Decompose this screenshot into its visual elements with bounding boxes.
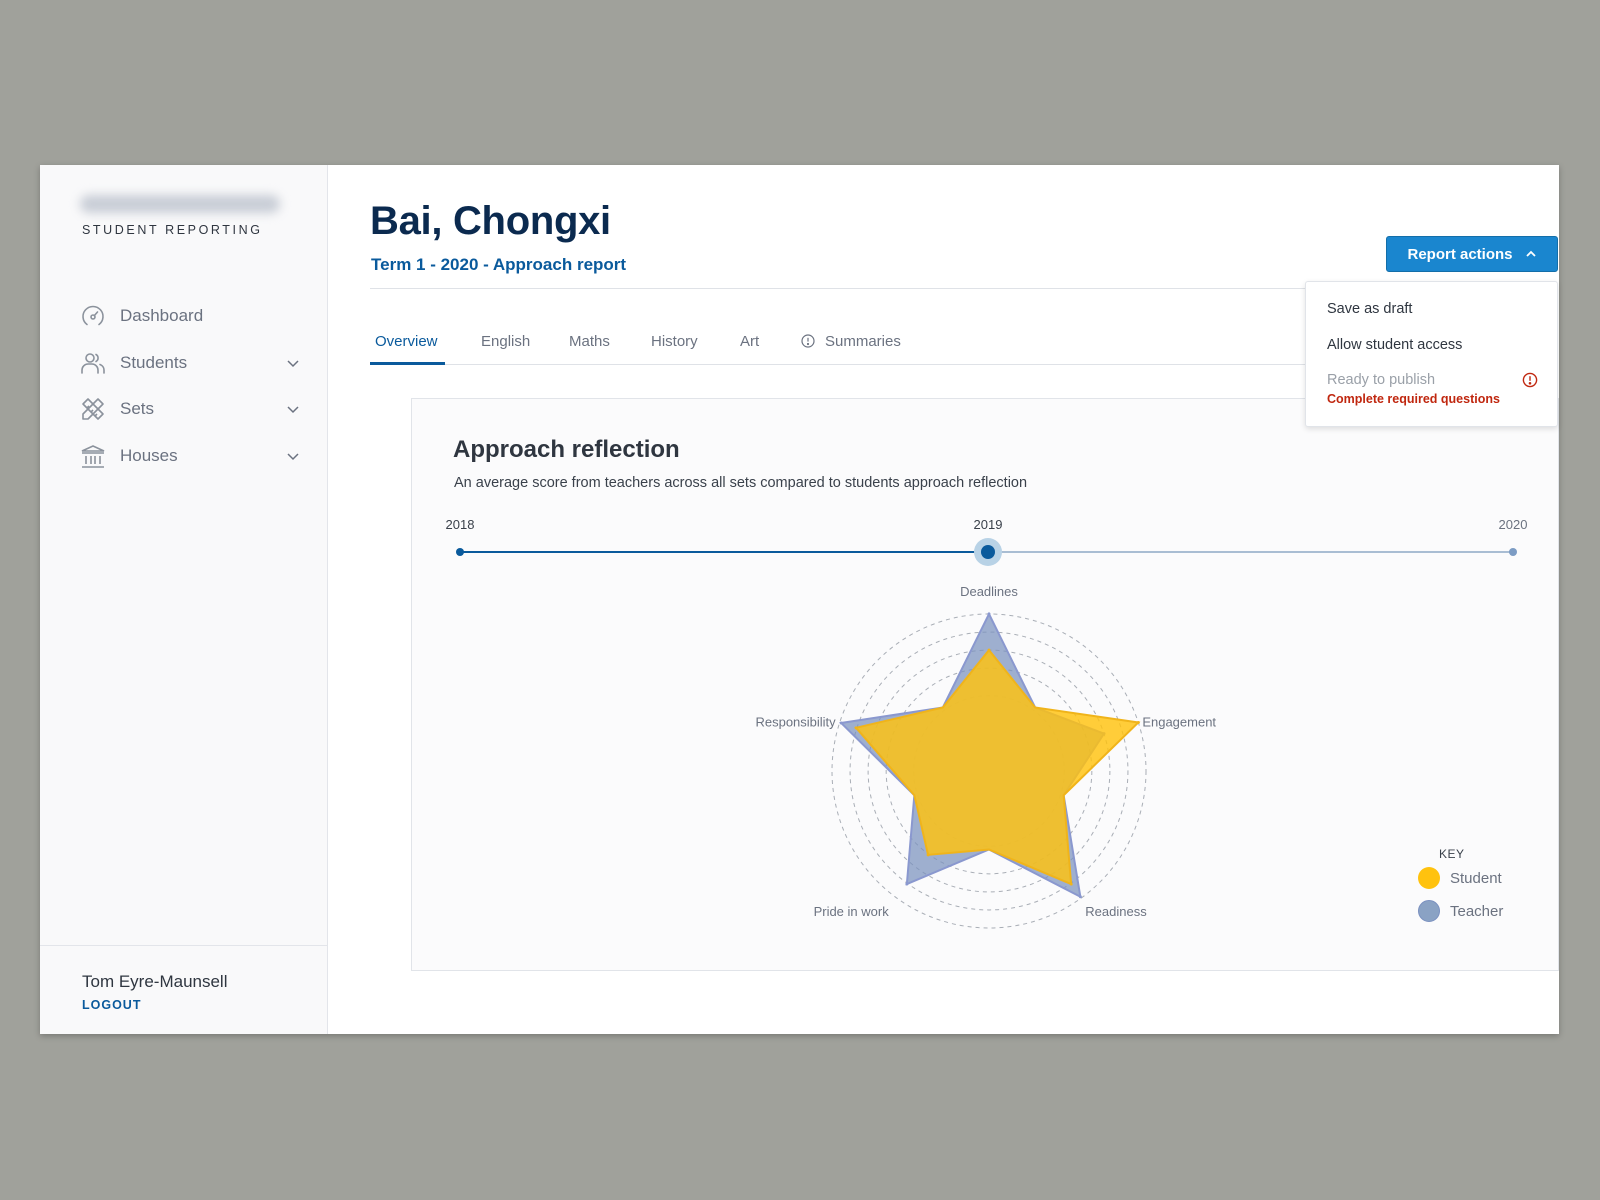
- radar-point-teacher-deadlines: [987, 612, 991, 616]
- timeline-label-2018: 2018: [445, 517, 475, 532]
- approach-reflection-panel: Deadlines Engagement Readiness Pride in wor…: [411, 398, 1559, 971]
- warning-icon: [1522, 372, 1538, 388]
- legend-title: KEY: [1439, 847, 1465, 861]
- tab-maths[interactable]: Maths: [569, 325, 610, 364]
- tab-history[interactable]: History: [651, 325, 698, 364]
- radar-point-teacher-readiness: [1078, 895, 1082, 899]
- report-actions-menu: Save as draft Allow student access Ready…: [1305, 281, 1558, 427]
- radar-point-student-engagement: [1136, 720, 1140, 724]
- radar-axis-label-engagement: Engagement: [1142, 714, 1216, 729]
- radar-point-teacher-pride-in-work: [905, 882, 909, 886]
- menu-item-ready-to-publish: Ready to publish: [1327, 372, 1436, 388]
- sidebar-item-label: Sets: [120, 399, 155, 419]
- legend-swatch-teacher: [1418, 900, 1440, 922]
- radar-point-student-readiness: [1069, 882, 1073, 886]
- report-subtitle: Term 1 - 2020 - Approach report: [371, 255, 627, 274]
- chevron-down-icon[interactable]: [286, 402, 300, 416]
- radar-axis-label-readiness: Readiness: [1085, 904, 1147, 919]
- sidebar-item-houses[interactable]: Houses: [80, 433, 300, 480]
- timeline-point-2020[interactable]: [1509, 548, 1517, 556]
- dashboard-gauge-icon: [80, 303, 106, 329]
- tab-label: History: [651, 333, 698, 350]
- menu-item-allow-student-access[interactable]: Allow student access: [1327, 337, 1462, 353]
- tab-summaries[interactable]: Summaries: [801, 325, 901, 364]
- timeline-label-2020: 2020: [1498, 517, 1528, 532]
- sidebar-item-dashboard[interactable]: Dashboard: [80, 293, 300, 340]
- sidebar-item-label: Houses: [120, 445, 178, 465]
- menu-item-save-draft[interactable]: Save as draft: [1327, 301, 1412, 317]
- report-actions-button[interactable]: Report actions: [1386, 236, 1558, 272]
- panel-title: Approach reflection: [453, 436, 680, 463]
- sidebar: STUDENT REPORTING Dashboard Students Set…: [40, 165, 328, 1034]
- timeline-track-future: [988, 551, 1513, 553]
- institution-icon: [80, 443, 106, 469]
- chevron-down-icon[interactable]: [286, 356, 300, 370]
- chevron-down-icon[interactable]: [286, 449, 300, 463]
- tab-label: Art: [740, 333, 760, 350]
- school-logo: [80, 195, 280, 213]
- logout-link[interactable]: LOGOUT: [82, 998, 141, 1012]
- tab-label: Maths: [569, 333, 610, 350]
- sidebar-item-sets[interactable]: Sets: [80, 386, 300, 433]
- tab-label: Summaries: [825, 333, 901, 350]
- radar-axis-label-deadlines: Deadlines: [960, 584, 1018, 599]
- alert-circle-icon: [801, 334, 815, 348]
- timeline-knob-selected[interactable]: [981, 545, 995, 559]
- chevron-up-icon: [1525, 250, 1536, 257]
- radar-point-teacher-responsibility: [839, 721, 843, 725]
- sidebar-nav: Dashboard Students Sets Houses: [80, 293, 300, 479]
- sidebar-item-label: Students: [120, 352, 188, 372]
- tab-overview[interactable]: Overview: [370, 325, 445, 365]
- app-subtitle: STUDENT REPORTING: [82, 223, 263, 237]
- user-name: Tom Eyre-Maunsell: [82, 972, 228, 991]
- sidebar-footer: Tom Eyre-Maunsell LOGOUT: [40, 945, 328, 1034]
- timeline-point-2018[interactable]: [456, 548, 464, 556]
- page-title: Bai, Chongxi: [370, 199, 611, 243]
- radar-axis-label-responsibility: Responsibility: [755, 714, 836, 729]
- tab-label: English: [481, 333, 531, 350]
- tab-art[interactable]: Art: [740, 325, 759, 364]
- legend-item-student: Student: [1418, 866, 1502, 890]
- radar-point-student-responsibility: [854, 726, 858, 730]
- radar-point-student-pride-in-work: [926, 853, 930, 857]
- publish-warning: Complete required questions: [1327, 392, 1500, 406]
- timeline-label-2019: 2019: [973, 517, 1003, 532]
- report-actions-label: Report actions: [1407, 245, 1513, 263]
- legend-swatch-student: [1418, 867, 1440, 889]
- radar-point-student-deadlines: [987, 648, 991, 652]
- sidebar-item-label: Dashboard: [120, 306, 204, 326]
- pencil-ruler-icon: [80, 396, 106, 422]
- radar-axis-label-pride-in-work: Pride in work: [814, 904, 890, 919]
- app-window: STUDENT REPORTING Dashboard Students Set…: [40, 165, 1559, 1034]
- radar-series-student: [854, 648, 1141, 886]
- users-icon: [80, 350, 106, 376]
- legend-label: Teacher: [1450, 902, 1504, 920]
- sidebar-item-students[interactable]: Students: [80, 340, 300, 387]
- timeline-track-completed: [460, 551, 988, 553]
- legend-item-teacher: Teacher: [1418, 899, 1503, 923]
- main-content: Bai, Chongxi Term 1 - 2020 - Approach re…: [328, 165, 1559, 1034]
- tab-english[interactable]: English: [481, 325, 530, 364]
- tab-label: Overview: [375, 333, 438, 350]
- panel-description: An average score from teachers across al…: [454, 475, 1028, 491]
- legend-label: Student: [1450, 869, 1502, 887]
